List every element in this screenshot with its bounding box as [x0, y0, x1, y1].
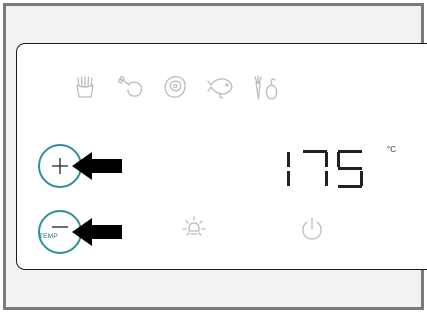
drumstick-icon[interactable]: [117, 74, 145, 100]
steak-icon[interactable]: [161, 73, 189, 101]
temp-label: TEMP: [39, 233, 58, 240]
fish-icon[interactable]: [206, 73, 236, 101]
digit-7: [303, 150, 328, 186]
temperature-unit: °C: [387, 145, 396, 154]
power-icon[interactable]: [297, 213, 327, 243]
fries-icon[interactable]: [72, 74, 98, 100]
digit-1: [287, 152, 290, 186]
digit-5: [337, 150, 363, 188]
temperature-display: [278, 150, 366, 190]
plus-button[interactable]: [33, 138, 133, 194]
light-icon[interactable]: [179, 213, 209, 243]
vegetables-icon[interactable]: [251, 74, 281, 102]
